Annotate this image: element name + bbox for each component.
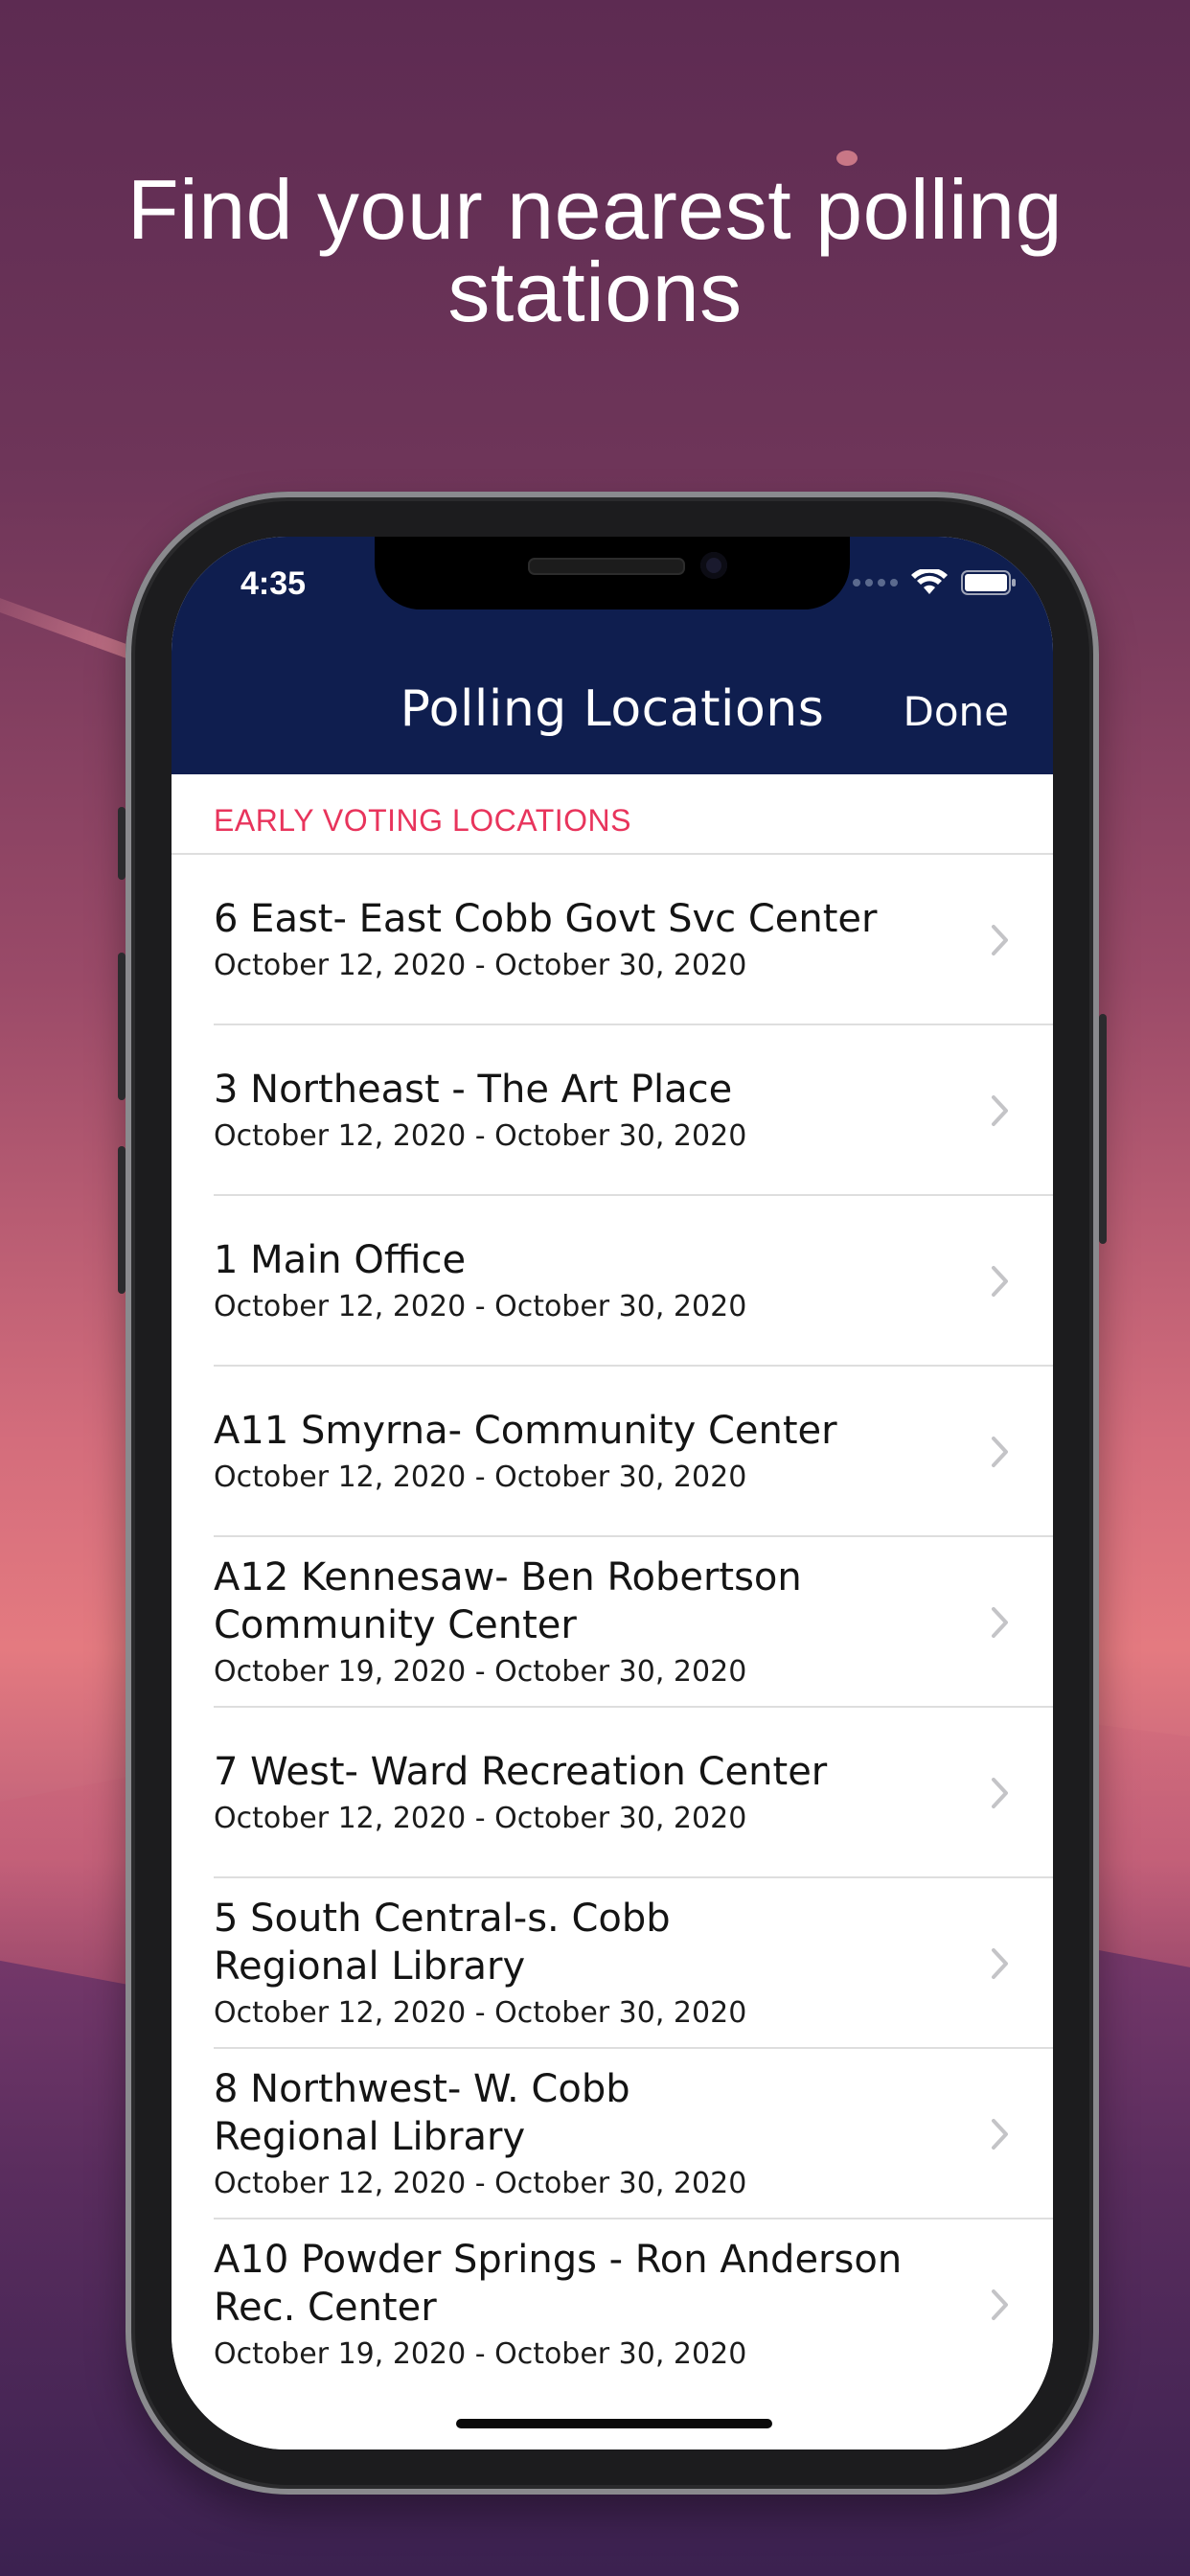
chevron-right-icon: [992, 2119, 1008, 2150]
location-name: A11 Smyrna- Community Center: [214, 1409, 837, 1453]
list-item-text: A11 Smyrna- Community Center October 12, …: [214, 1367, 938, 1537]
list-item-text: 7 West- Ward Recreation Center October 12…: [214, 1708, 938, 1878]
list-item-text: 5 South Central-s. Cobb Regional Library…: [214, 1878, 938, 2049]
list-item[interactable]: 6 East- East Cobb Govt Svc Center October…: [172, 855, 1053, 1025]
phone-volume-up-button: [118, 953, 126, 1100]
location-name: 6 East- East Cobb Govt Svc Center: [214, 897, 878, 941]
wifi-icon: [911, 569, 948, 594]
chevron-right-icon: [992, 1437, 1008, 1467]
list-item[interactable]: A10 Powder Springs - Ron Anderson Rec. C…: [172, 2220, 1053, 2390]
chevron-right-icon: [992, 2289, 1008, 2320]
location-name: 3 Northeast - The Art Place: [214, 1068, 733, 1112]
list-item[interactable]: 1 Main Office October 12, 2020 - October …: [172, 1196, 1053, 1367]
status-bar: 4:35: [172, 537, 1053, 654]
chevron-right-icon: [992, 1948, 1008, 1979]
navigation-bar: Polling Locations Done: [172, 654, 1053, 774]
list-item[interactable]: A12 Kennesaw- Ben Robertson Community Ce…: [172, 1537, 1053, 1708]
location-name: 5 South Central-s. Cobb Regional Library: [214, 1897, 671, 1989]
list-item[interactable]: 3 Northeast - The Art Place October 12, 2…: [172, 1025, 1053, 1196]
location-dates: October 12, 2020 - October 30, 2020: [214, 1996, 747, 2030]
home-indicator[interactable]: [456, 2419, 772, 2428]
list-item[interactable]: A11 Smyrna- Community Center October 12, …: [172, 1367, 1053, 1537]
list-item-text: 8 Northwest- W. Cobb Regional Library Oct…: [214, 2049, 938, 2220]
chevron-right-icon: [992, 1607, 1008, 1638]
list-item[interactable]: 5 South Central-s. Cobb Regional Library…: [172, 1878, 1053, 2049]
location-dates: October 12, 2020 - October 30, 2020: [214, 1290, 747, 1323]
phone-volume-down-button: [118, 1146, 126, 1294]
list-item-text: 6 East- East Cobb Govt Svc Center October…: [214, 855, 938, 1025]
location-dates: October 19, 2020 - October 30, 2020: [214, 2337, 747, 2371]
front-camera: [700, 552, 727, 579]
location-name: A12 Kennesaw- Ben Robertson Community Ce…: [214, 1555, 802, 1647]
list-item[interactable]: 8 Northwest- W. Cobb Regional Library Oct…: [172, 2049, 1053, 2220]
list-item-text: 1 Main Office October 12, 2020 - October …: [214, 1196, 938, 1367]
status-time: 4:35: [240, 565, 307, 602]
chevron-right-icon: [992, 1095, 1008, 1126]
location-dates: October 12, 2020 - October 30, 2020: [214, 1119, 747, 1153]
chevron-right-icon: [992, 1778, 1008, 1808]
locations-rows: 6 East- East Cobb Govt Svc Center October…: [172, 855, 1053, 2390]
phone-screen: 4:35 Polling Locations Done EARLY VOTING…: [172, 537, 1053, 2450]
location-dates: October 12, 2020 - October 30, 2020: [214, 1802, 747, 1835]
section-header: EARLY VOTING LOCATIONS: [172, 774, 1053, 855]
location-dates: October 19, 2020 - October 30, 2020: [214, 1655, 747, 1689]
phone-silent-switch: [118, 807, 126, 880]
location-dates: October 12, 2020 - October 30, 2020: [214, 1460, 747, 1494]
list-item[interactable]: 7 West- Ward Recreation Center October 12…: [172, 1708, 1053, 1878]
signal-icon: [853, 579, 898, 586]
promo-headline: Find your nearest polling stations: [126, 162, 1064, 339]
chevron-right-icon: [992, 925, 1008, 955]
location-name: 1 Main Office: [214, 1238, 467, 1282]
location-name: 8 Northwest- W. Cobb Regional Library: [214, 2067, 630, 2159]
location-dates: October 12, 2020 - October 30, 2020: [214, 2167, 747, 2200]
phone-notch: [375, 537, 850, 610]
chevron-right-icon: [992, 1266, 1008, 1297]
location-name: 7 West- Ward Recreation Center: [214, 1750, 828, 1794]
done-button[interactable]: Done: [904, 688, 1010, 735]
phone-power-button: [1099, 1014, 1107, 1244]
location-dates: October 12, 2020 - October 30, 2020: [214, 949, 747, 982]
location-name: A10 Powder Springs - Ron Anderson Rec. C…: [214, 2238, 903, 2330]
list-item-text: 3 Northeast - The Art Place October 12, 2…: [214, 1025, 938, 1196]
status-icons: [853, 569, 1017, 596]
speaker-grille: [528, 558, 685, 575]
list-item-text: A10 Powder Springs - Ron Anderson Rec. C…: [214, 2220, 938, 2390]
list-item-text: A12 Kennesaw- Ben Robertson Community Ce…: [214, 1537, 938, 1708]
battery-icon: [961, 570, 1016, 595]
locations-list[interactable]: EARLY VOTING LOCATIONS 6 East- East Cobb…: [172, 774, 1053, 2450]
